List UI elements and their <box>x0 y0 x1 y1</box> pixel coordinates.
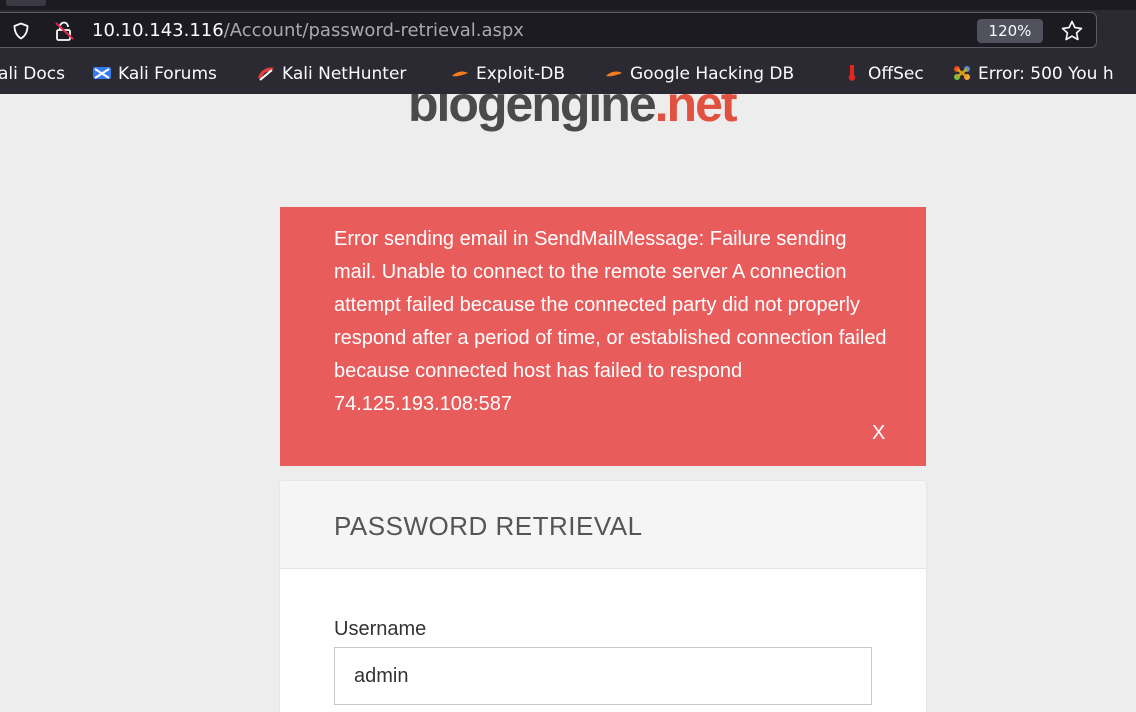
bookmarks-toolbar: ali Docs Kali Forums Kali NetHunter Expl… <box>0 54 1136 94</box>
error-alert: Error sending email in SendMailMessage: … <box>280 207 926 466</box>
address-bar[interactable]: 10.10.143.116/Account/password-retrieval… <box>0 12 1097 48</box>
bookmark-offsec[interactable]: OffSec <box>842 63 924 85</box>
bookmark-label: Kali NetHunter <box>282 64 407 84</box>
offsec-icon <box>848 65 856 81</box>
card-header: PASSWORD RETRIEVAL <box>280 481 926 569</box>
bookmark-label: Error: 500 You h <box>978 64 1114 84</box>
bookmark-google-hacking-db[interactable]: Google Hacking DB <box>604 63 794 85</box>
blogengine-logo[interactable]: blogengine.net <box>408 94 738 134</box>
bookmark-label: Exploit-DB <box>476 64 565 84</box>
kali-forums-icon <box>93 67 111 79</box>
bookmark-error-500[interactable]: Error: 500 You h <box>952 63 1114 85</box>
url-host: 10.10.143.116 <box>92 20 224 41</box>
navigation-toolbar: 10.10.143.116/Account/password-retrieval… <box>0 10 1136 54</box>
insecure-lock-icon[interactable] <box>54 21 76 41</box>
ghdb-icon <box>606 71 622 77</box>
tab-strip <box>0 0 1136 10</box>
password-retrieval-card: PASSWORD RETRIEVAL Username <box>280 481 926 712</box>
page-viewport: blogengine.net Error sending email in Se… <box>0 94 1136 712</box>
bookmark-label: OffSec <box>868 64 924 84</box>
bookmark-label: Kali Forums <box>118 64 217 84</box>
logo-text-main: blogengine <box>408 94 657 132</box>
exploit-db-icon <box>452 71 468 77</box>
bookmark-label: ali Docs <box>0 64 65 84</box>
error-message: Error sending email in SendMailMessage: … <box>334 228 887 415</box>
joomla-icon <box>954 66 970 80</box>
bookmark-kali-docs[interactable]: ali Docs <box>0 63 65 85</box>
bookmark-exploit-db[interactable]: Exploit-DB <box>450 63 565 85</box>
alert-close-button[interactable]: X <box>872 422 885 445</box>
bookmark-star-icon[interactable] <box>1060 20 1084 42</box>
bookmark-label: Google Hacking DB <box>630 64 795 84</box>
nethunter-icon <box>258 67 274 81</box>
url-text[interactable]: 10.10.143.116/Account/password-retrieval… <box>92 20 524 41</box>
active-tab-stub[interactable] <box>6 0 46 6</box>
card-title: PASSWORD RETRIEVAL <box>334 511 643 541</box>
username-label: Username <box>334 618 427 640</box>
tracking-protection-shield-icon[interactable] <box>12 22 30 40</box>
logo-text-suffix: .net <box>654 94 738 132</box>
url-path: /Account/password-retrieval.aspx <box>223 20 524 41</box>
bookmark-kali-nethunter[interactable]: Kali NetHunter <box>256 63 406 85</box>
zoom-indicator-button[interactable]: 120% <box>977 19 1043 43</box>
bookmark-kali-forums[interactable]: Kali Forums <box>92 63 217 85</box>
username-input[interactable] <box>334 647 872 705</box>
